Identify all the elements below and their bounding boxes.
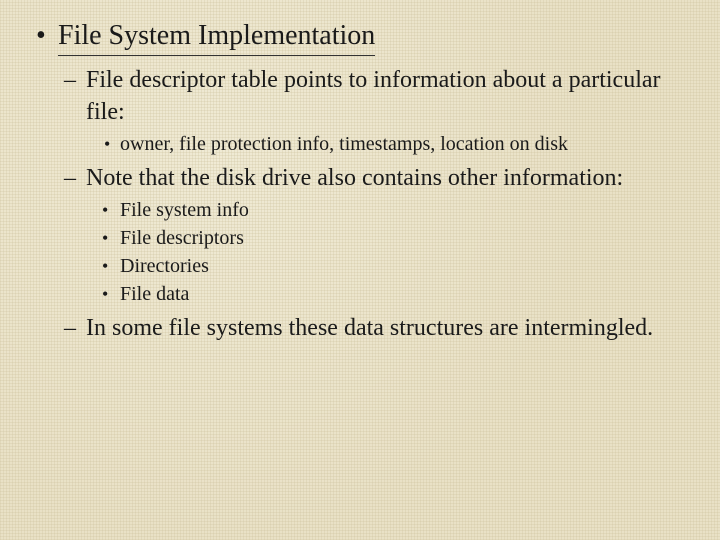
l2-text: File descriptor table points to informat… [86, 67, 661, 125]
bullet-icon: • [102, 252, 108, 280]
bullet-icon: • [36, 18, 46, 54]
dash-icon: – [64, 162, 76, 194]
bullet-icon: • [102, 196, 108, 224]
outline-level-3: • owner, file protection info, timestamp… [102, 130, 686, 158]
l2-item: – Note that the disk drive also contains… [64, 162, 686, 308]
l2-item: – File descriptor table points to inform… [64, 64, 686, 158]
l4-text: File data [120, 283, 189, 305]
l4-item: • File system info [100, 196, 686, 224]
bullet-icon: • [102, 224, 108, 252]
bullet-icon: • [104, 130, 110, 158]
l4-text: Directories [120, 255, 209, 277]
l4-text: File system info [120, 199, 249, 221]
l2-text: Note that the disk drive also contains o… [86, 165, 623, 191]
outline-level-2: – File descriptor table points to inform… [64, 64, 686, 344]
dash-icon: – [64, 312, 76, 344]
slide-title: File System Implementation [58, 18, 375, 56]
l4-text: File descriptors [120, 227, 244, 249]
l4-item: • File descriptors [100, 224, 686, 252]
l4-item: • File data [100, 280, 686, 308]
outline-level-1: • File System Implementation – File desc… [34, 18, 686, 344]
dash-icon: – [64, 64, 76, 96]
l2-item: – In some file systems these data struct… [64, 312, 686, 344]
l1-item: • File System Implementation – File desc… [34, 18, 686, 344]
l2-text: In some file systems these data structur… [86, 315, 653, 341]
l3-text: owner, file protection info, timestamps,… [120, 133, 568, 155]
l3-item: • owner, file protection info, timestamp… [102, 130, 686, 158]
l4-item: • Directories [100, 252, 686, 280]
bullet-icon: • [102, 280, 108, 308]
outline-level-3: • File system info • File descriptors • … [100, 196, 686, 308]
